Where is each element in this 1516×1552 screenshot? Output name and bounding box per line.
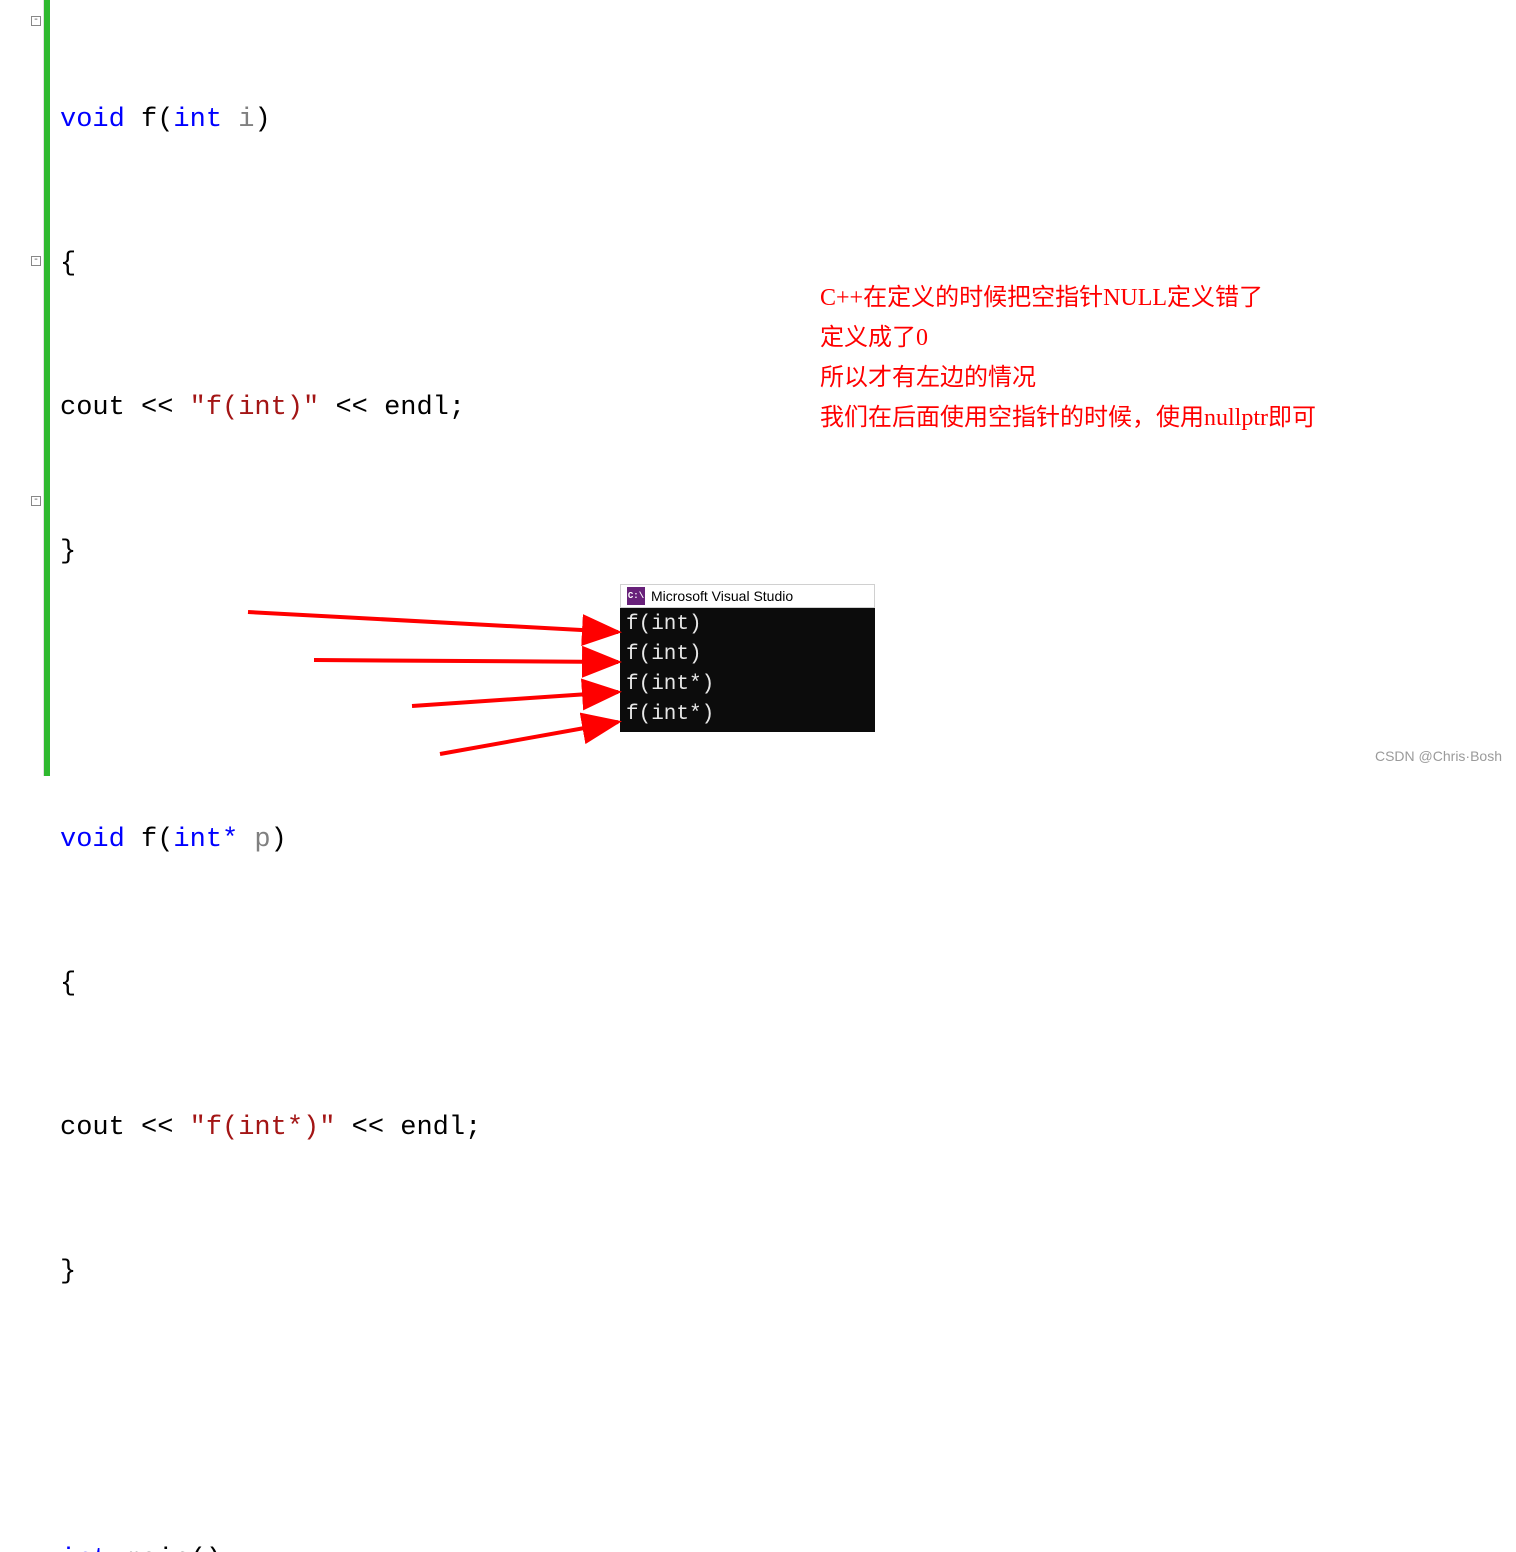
string-literal: "f(int)" [190,384,320,432]
annotation-line: 我们在后面使用空指针的时候，使用nullptr即可 [820,398,1316,438]
output-titlebar[interactable]: C:\ Microsoft Visual Studio [620,584,875,608]
code-line: cout << "f(int*)" << endl; [60,1104,481,1152]
annotation-line: 所以才有左边的情况 [820,358,1316,398]
code-line: cout << "f(int)" << endl; [60,384,481,432]
code-line: { [60,960,481,1008]
brace-open: { [60,960,76,1008]
keyword-void: void [60,96,125,144]
code-content[interactable]: void f(int i) { cout << "f(int)" << endl… [44,0,481,776]
code-line: int main() [60,1536,481,1552]
brace-close: } [60,528,76,576]
type-int: int [173,96,222,144]
code-line: void f(int* p) [60,816,481,864]
type-int-ptr: int* [173,816,238,864]
paren: ( [157,96,173,144]
identifier-endl: endl [400,1104,465,1152]
keyword-void: void [60,816,125,864]
code-line: } [60,528,481,576]
code-line-empty [60,1392,481,1440]
operator-shift: << [319,384,384,432]
code-line: } [60,1248,481,1296]
annotation-line: C++在定义的时候把空指针NULL定义错了 [820,278,1316,318]
keyword-int: int [60,1536,109,1552]
fold-toggle-icon[interactable]: - [31,16,41,26]
brace-close: } [60,1248,76,1296]
output-row: f(int*) [626,670,869,700]
code-line-empty [60,672,481,720]
output-title: Microsoft Visual Studio [651,588,793,604]
operator-shift: << [125,1104,190,1152]
param-name: p [238,816,270,864]
fold-toggle-icon[interactable]: - [31,496,41,506]
fold-toggle-icon[interactable]: - [31,256,41,266]
operator-shift: << [125,384,190,432]
parens: () [190,1536,222,1552]
brace-open: { [60,240,76,288]
annotation-line: 定义成了0 [820,318,1316,358]
output-window: C:\ Microsoft Visual Studio f(int) f(int… [620,584,875,732]
code-line: void f(int i) [60,96,481,144]
paren: ( [157,816,173,864]
output-row: f(int) [626,640,869,670]
string-literal: "f(int*)" [190,1104,336,1152]
semicolon: ; [465,1104,481,1152]
semicolon: ; [449,384,465,432]
vs-logo-icon: C:\ [627,587,645,605]
param-name: i [222,96,254,144]
function-name: f [125,816,157,864]
code-line: { [60,240,481,288]
code-editor: - - - void f(int i) { cout << "f(int)" <… [0,0,481,776]
editor-gutter: - - - [0,0,44,776]
output-row: f(int*) [626,700,869,730]
function-name: f [125,96,157,144]
watermark-text: CSDN @Chris·Bosh [1375,748,1502,764]
identifier-endl: endl [384,384,449,432]
paren: ) [271,816,287,864]
paren: ) [254,96,270,144]
annotation-text: C++在定义的时候把空指针NULL定义错了 定义成了0 所以才有左边的情况 我们… [820,278,1316,438]
function-name-main: main [109,1536,190,1552]
operator-shift: << [335,1104,400,1152]
identifier-cout: cout [60,384,125,432]
output-console[interactable]: f(int) f(int) f(int*) f(int*) [620,608,875,732]
identifier-cout: cout [60,1104,125,1152]
output-row: f(int) [626,610,869,640]
